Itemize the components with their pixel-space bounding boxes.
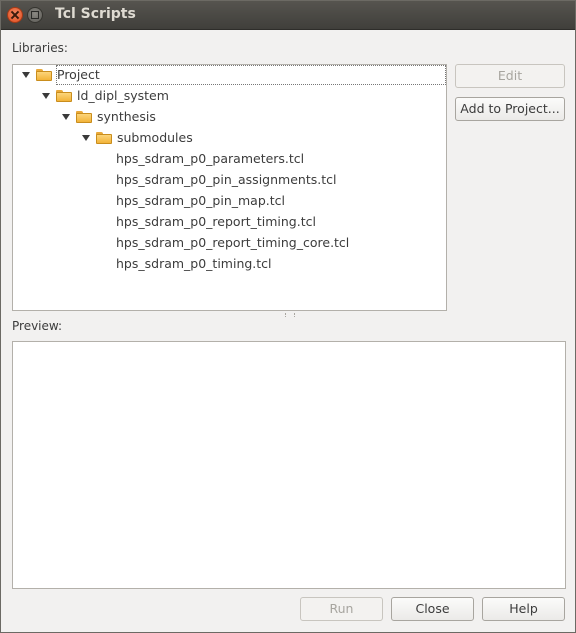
window-title: Tcl Scripts <box>55 6 136 22</box>
tree-file-item[interactable]: hps_sdram_p0_pin_map.tcl <box>13 191 446 211</box>
help-button[interactable]: Help <box>482 597 565 621</box>
tree-item-label: Project <box>57 67 100 82</box>
tree-item-label: hps_sdram_p0_pin_map.tcl <box>116 193 286 208</box>
libraries-label: Libraries: <box>12 41 68 55</box>
preview-area[interactable] <box>12 341 566 589</box>
tree-item-label: hps_sdram_p0_pin_assignments.tcl <box>116 172 337 187</box>
expand-arrow-icon[interactable] <box>62 114 70 120</box>
libraries-tree[interactable]: Project ld_dipl_system synthesis submodules… <box>12 64 447 311</box>
tree-item-label: submodules <box>117 130 193 145</box>
preview-label: Preview: <box>12 319 63 333</box>
window-close-icon[interactable] <box>7 7 23 23</box>
expand-arrow-icon[interactable] <box>22 72 30 78</box>
tree-item-label: hps_sdram_p0_parameters.tcl <box>116 151 305 166</box>
tree-file-item[interactable]: hps_sdram_p0_pin_assignments.tcl <box>13 170 446 190</box>
folder-icon <box>76 111 92 123</box>
run-button[interactable]: Run <box>300 597 383 621</box>
expand-arrow-icon[interactable] <box>42 93 50 99</box>
folder-icon <box>36 69 52 81</box>
tree-file-item[interactable]: hps_sdram_p0_report_timing.tcl <box>13 212 446 232</box>
add-to-project-button[interactable]: Add to Project... <box>455 97 565 121</box>
tree-item-label: hps_sdram_p0_timing.tcl <box>116 256 272 271</box>
folder-icon <box>56 90 72 102</box>
folder-icon <box>96 132 112 144</box>
expand-arrow-icon[interactable] <box>82 135 90 141</box>
splitter-handle[interactable] <box>285 313 295 317</box>
tree-folder-item[interactable]: submodules <box>13 128 446 148</box>
tree-file-item[interactable]: hps_sdram_p0_report_timing_core.tcl <box>13 233 446 253</box>
edit-button[interactable]: Edit <box>455 64 565 88</box>
close-button[interactable]: Close <box>391 597 474 621</box>
tree-item-label: hps_sdram_p0_report_timing.tcl <box>116 214 316 229</box>
tree-folder-item[interactable]: ld_dipl_system <box>13 86 446 106</box>
window-minimize-icon[interactable] <box>27 7 43 23</box>
tcl-scripts-dialog: Tcl Scripts Libraries: Project ld_dipl_sy… <box>0 0 576 633</box>
tree-folder-item[interactable]: synthesis <box>13 107 446 127</box>
title-bar: Tcl Scripts <box>1 1 575 30</box>
tree-file-item[interactable]: hps_sdram_p0_timing.tcl <box>13 254 446 274</box>
tree-item-label: ld_dipl_system <box>77 88 169 103</box>
tree-file-item[interactable]: hps_sdram_p0_parameters.tcl <box>13 149 446 169</box>
tree-item-label: hps_sdram_p0_report_timing_core.tcl <box>116 235 350 250</box>
tree-item-label: synthesis <box>97 109 156 124</box>
tree-folder-item[interactable]: Project <box>22 65 446 85</box>
